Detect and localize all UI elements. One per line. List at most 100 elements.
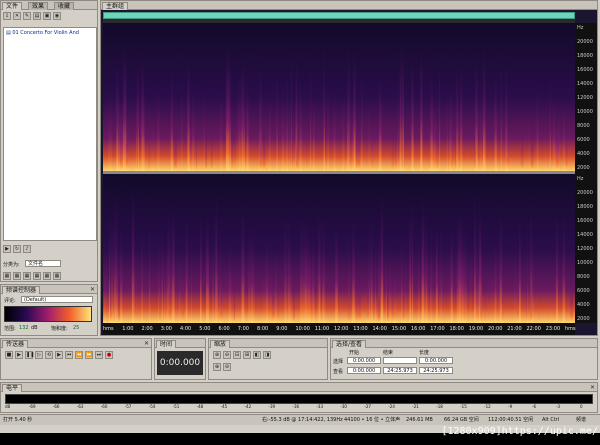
spectral-burst	[375, 224, 376, 323]
tab-zoom[interactable]: 缩放	[210, 340, 231, 348]
spectral-burst	[293, 285, 295, 323]
spectral-burst	[555, 198, 559, 323]
close-icon[interactable]: ✕	[590, 383, 595, 392]
watermark: [1280x909]https://upic.me/	[441, 426, 598, 437]
level-tick: -33	[316, 404, 323, 409]
tab-selection[interactable]: 选择/查看	[332, 340, 367, 348]
rewind-icon[interactable]: ⏪	[75, 351, 83, 359]
file-item[interactable]: ▤ 01 Concerto For Violin And	[6, 30, 79, 36]
spectral-burst	[250, 221, 253, 323]
view-end-field[interactable]: 24:25.973	[383, 367, 417, 374]
spectral-burst	[527, 218, 529, 323]
go-end-icon[interactable]: ⏭	[95, 351, 103, 359]
level-tick: -63	[76, 404, 84, 409]
spectral-burst	[500, 33, 502, 171]
spectrogram[interactable]	[103, 23, 575, 323]
tab-level[interactable]: 电平	[2, 384, 23, 392]
status-open-time: 打开 5.40 秒	[3, 417, 33, 423]
zoom-out-v-icon[interactable]: ⊖	[223, 363, 231, 371]
spectral-burst	[358, 272, 361, 323]
spectral-burst	[242, 54, 246, 171]
zoom-sel-icon[interactable]: ⊞	[243, 351, 251, 359]
play-icon[interactable]: ▶	[15, 351, 23, 359]
zoom-in-v-icon[interactable]: ⊕	[213, 363, 221, 371]
sel-end-field[interactable]	[383, 357, 417, 364]
level-tick: -6	[532, 404, 537, 409]
spectral-burst	[228, 238, 232, 323]
spectral-burst	[484, 271, 487, 323]
spectral-burst	[158, 221, 160, 323]
spectral-burst	[291, 111, 293, 171]
selection-header: 选择/查看	[331, 339, 597, 348]
sel-length-field[interactable]: 0:00.000	[419, 357, 453, 364]
tab-favorites[interactable]: 收藏	[54, 2, 75, 10]
tab-transport[interactable]: 传送器	[2, 340, 29, 348]
color-gradient-bar	[4, 306, 92, 322]
auto-play-icon[interactable]: ♪	[23, 245, 31, 253]
saturation-value[interactable]: 25	[73, 325, 79, 331]
record-icon[interactable]: ●	[105, 351, 113, 359]
spectral-burst	[361, 53, 363, 172]
spectral-burst	[257, 101, 259, 171]
zoom-right-icon[interactable]: ◨	[263, 351, 271, 359]
range-value[interactable]: 132	[19, 325, 29, 331]
zoom-in-h-icon[interactable]: ⊕	[213, 351, 221, 359]
overview-bar[interactable]	[103, 12, 575, 19]
view-length-field[interactable]: 24:25.973	[419, 367, 453, 374]
view-start-field[interactable]: 0:00.000	[347, 367, 381, 374]
view-icon-4[interactable]: ▦	[33, 272, 41, 280]
loop-icon[interactable]: ↻	[13, 245, 21, 253]
play-from-cursor-icon[interactable]: ▷	[35, 351, 43, 359]
go-start-icon[interactable]: ⏮	[65, 351, 73, 359]
open-folder-icon[interactable]: ▣	[43, 12, 51, 20]
view-icon-1[interactable]: ▦	[3, 272, 11, 280]
insert-icon[interactable]: ▤	[33, 12, 41, 20]
level-tick: -24	[388, 404, 395, 409]
spectral-burst	[353, 38, 356, 172]
time-tick: 20:00	[488, 326, 503, 332]
zoom-left-icon[interactable]: ◧	[253, 351, 261, 359]
close-file-icon[interactable]: ✕	[13, 12, 21, 20]
spectral-burst	[104, 244, 106, 323]
loop-play-icon[interactable]: ⟲	[45, 351, 53, 359]
view-icon-3[interactable]: ▦	[23, 272, 31, 280]
view-icon-5[interactable]: ▦	[43, 272, 51, 280]
forward-icon[interactable]: ⏩	[85, 351, 93, 359]
close-icon[interactable]: ✕	[144, 339, 149, 348]
tab-files[interactable]: 文件	[2, 2, 23, 10]
tab-main-group[interactable]: 主群组	[102, 2, 129, 10]
view-icon-2[interactable]: ▦	[13, 272, 21, 280]
spectral-burst	[467, 95, 469, 171]
spectral-burst	[263, 245, 266, 323]
edit-icon[interactable]: ✎	[23, 12, 31, 20]
zoom-out-full-icon[interactable]: ⊟	[233, 351, 241, 359]
sort-select[interactable]: 文件名	[25, 260, 61, 267]
tab-freq-controller[interactable]: 频谱控制器	[2, 286, 41, 294]
spectral-burst	[352, 211, 355, 323]
mode-select[interactable]: (Default)	[21, 296, 93, 303]
close-icon[interactable]: ✕	[90, 285, 95, 294]
play-view-icon[interactable]: ▶	[55, 351, 63, 359]
spectral-burst	[109, 209, 111, 323]
preview-icon[interactable]: ◉	[53, 12, 61, 20]
play-preview-icon[interactable]: ▶	[3, 245, 11, 253]
time-tick: 12:00	[334, 326, 349, 332]
level-header: 电平 ✕	[1, 383, 597, 392]
spectral-burst	[570, 271, 573, 323]
import-icon[interactable]: ⇩	[3, 12, 11, 20]
freq-tick: 6000	[577, 137, 590, 143]
row-view-label: 查看	[333, 369, 344, 375]
spectral-burst	[132, 249, 135, 323]
audition-window: 文件 效果 收藏 ⇩ ✕ ✎ ▤ ▣ ◉ ▤ 01 Concerto For V…	[0, 0, 600, 433]
stop-icon[interactable]: ■	[5, 351, 13, 359]
sel-start-field[interactable]: 0:00.000	[347, 357, 381, 364]
tab-time[interactable]: 时间	[156, 340, 177, 348]
file-list[interactable]: ▤ 01 Concerto For Violin And	[3, 27, 97, 241]
zoom-out-h-icon[interactable]: ⊖	[223, 351, 231, 359]
pause-icon[interactable]: ❚❚	[25, 351, 34, 359]
tab-effects[interactable]: 效果	[28, 2, 49, 10]
view-icon-6[interactable]: ▦	[53, 272, 61, 280]
time-tick: 2:00	[141, 326, 153, 332]
freq-tick: 2000	[577, 316, 590, 322]
spectral-burst	[446, 75, 448, 171]
